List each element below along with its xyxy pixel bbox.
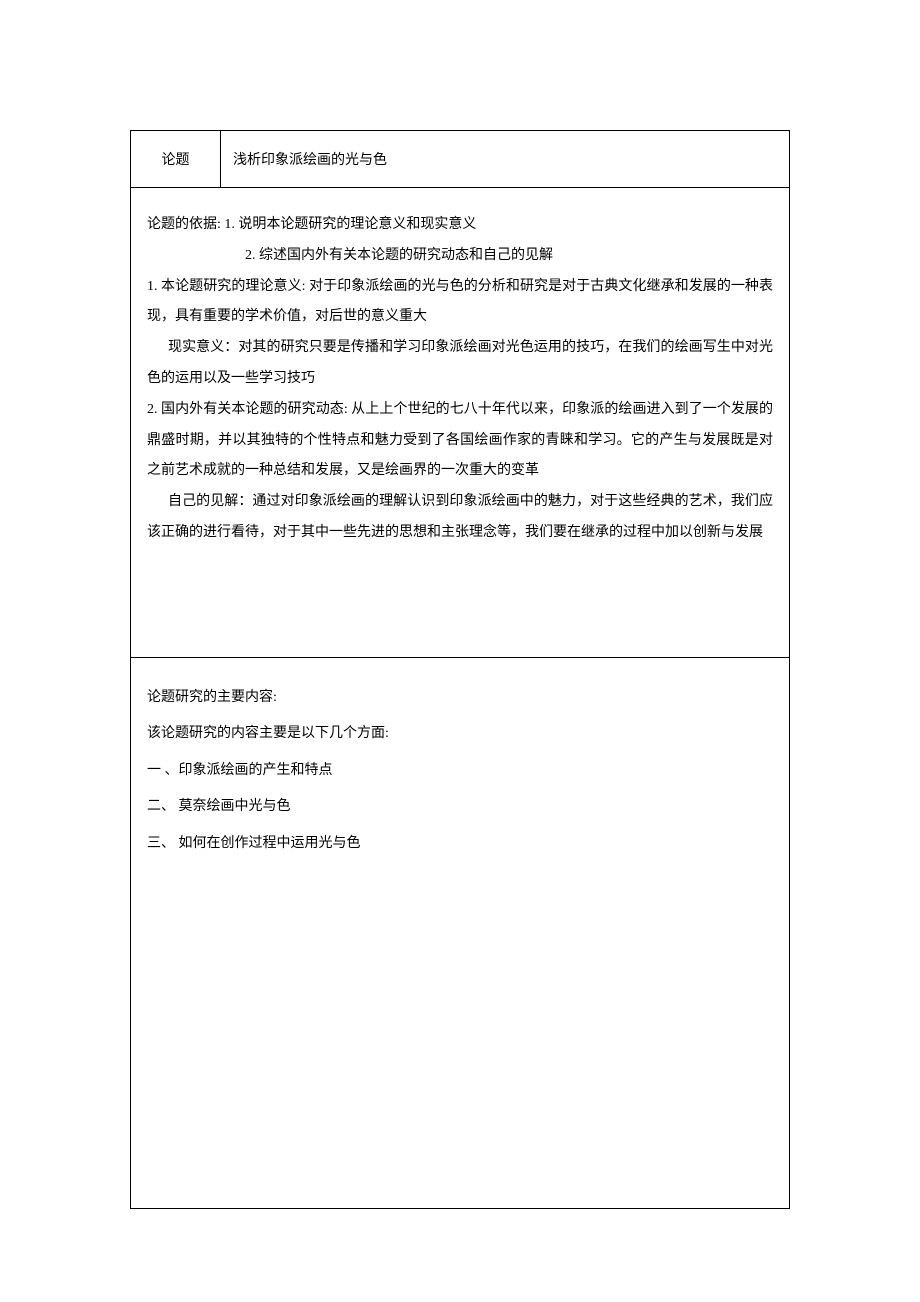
content-section: 论题研究的主要内容: 该论题研究的内容主要是以下几个方面: 一 、印象派绘画的产…	[131, 658, 789, 1208]
title-label: 论题	[131, 131, 221, 187]
title-row: 论题 浅析印象派绘画的光与色	[131, 131, 789, 188]
basis-paragraph-1: 1. 本论题研究的理论意义: 对于印象派绘画的光与色的分析和研究是对于古典文化继…	[147, 272, 773, 334]
content-item-3: 三、 如何在创作过程中运用光与色	[147, 826, 773, 862]
title-content: 浅析印象派绘画的光与色	[221, 131, 789, 187]
document-table: 论题 浅析印象派绘画的光与色 论题的依据: 1. 说明本论题研究的理论意义和现实…	[130, 130, 790, 1209]
content-item-2: 二、 莫奈绘画中光与色	[147, 789, 773, 825]
basis-paragraph-3: 2. 国内外有关本论题的研究动态: 从上上个世纪的七八十年代以来，印象派的绘画进…	[147, 395, 773, 487]
content-heading: 论题研究的主要内容:	[147, 680, 773, 716]
basis-section: 论题的依据: 1. 说明本论题研究的理论意义和现实意义 2. 综述国内外有关本论…	[131, 188, 789, 658]
basis-paragraph-2: 现实意义：对其的研究只要是传播和学习印象派绘画对光色运用的技巧，在我们的绘画写生…	[147, 333, 773, 395]
basis-heading-2: 2. 综述国内外有关本论题的研究动态和自己的见解	[147, 241, 773, 272]
content-item-1: 一 、印象派绘画的产生和特点	[147, 753, 773, 789]
content-intro: 该论题研究的内容主要是以下几个方面:	[147, 716, 773, 752]
basis-heading-1: 论题的依据: 1. 说明本论题研究的理论意义和现实意义	[147, 210, 773, 241]
basis-paragraph-4: 自己的见解：通过对印象派绘画的理解认识到印象派绘画中的魅力，对于这些经典的艺术，…	[147, 487, 773, 549]
